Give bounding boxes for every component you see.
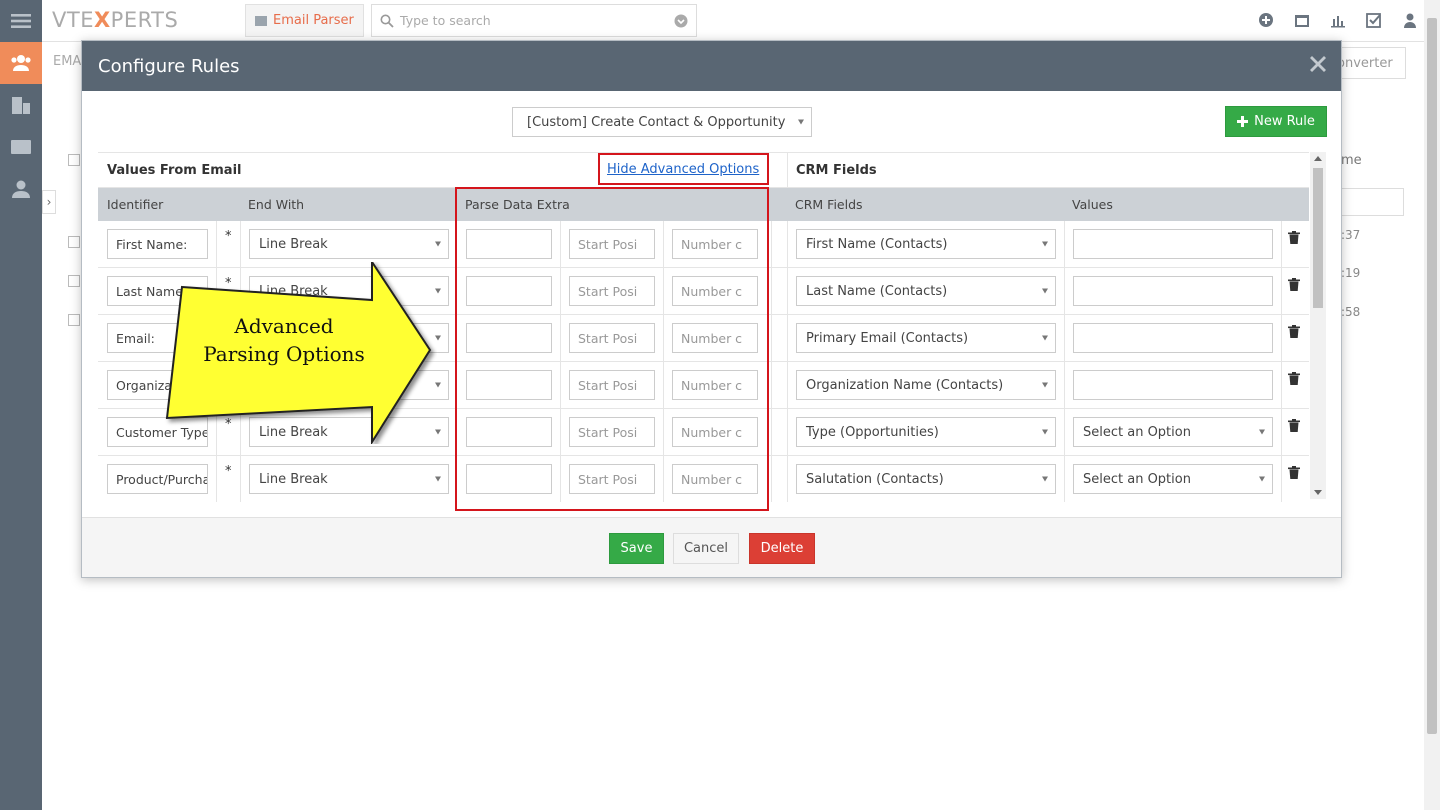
top-bar-actions xyxy=(1258,12,1418,28)
chevron-down-circle-icon xyxy=(674,14,688,27)
vtexperts-logo: VTEXPERTS xyxy=(52,8,179,32)
callout-line-1: Advanced xyxy=(234,314,334,338)
chevron-down-icon xyxy=(435,241,441,247)
bar-chart-icon[interactable] xyxy=(1330,12,1346,28)
chevron-down-icon xyxy=(435,476,441,482)
save-button[interactable]: Save xyxy=(609,533,664,564)
trash-icon[interactable] xyxy=(1288,419,1300,432)
modal-title: Configure Rules xyxy=(98,55,240,77)
value-input[interactable] xyxy=(1073,276,1273,306)
background-time: :58 xyxy=(1341,305,1361,319)
col-end-with: End With xyxy=(248,197,305,212)
scroll-up-arrow-icon[interactable] xyxy=(1314,156,1322,161)
close-icon[interactable] xyxy=(1309,55,1327,73)
chevron-down-icon xyxy=(1042,382,1048,388)
value-input[interactable] xyxy=(1073,323,1273,353)
crm-field-select[interactable]: Last Name (Contacts) xyxy=(796,276,1056,306)
top-bar: VTEXPERTS Email Parser Type to search xyxy=(42,0,1440,42)
background-column-header: me xyxy=(1341,153,1362,168)
task-check-icon[interactable] xyxy=(1366,12,1382,28)
background-time: :19 xyxy=(1341,266,1361,280)
background-checkbox xyxy=(68,275,80,287)
col-values: Values xyxy=(1072,197,1113,212)
search-icon xyxy=(380,14,394,28)
crm-field-select[interactable]: First Name (Contacts) xyxy=(796,229,1056,259)
col-identifier: Identifier xyxy=(107,197,164,212)
building-icon xyxy=(12,97,30,114)
menu-icon[interactable] xyxy=(0,0,42,42)
users-icon xyxy=(11,55,31,71)
crm-fields-heading: CRM Fields xyxy=(796,163,877,178)
value-select[interactable]: Select an Option xyxy=(1073,417,1273,447)
chevron-down-icon xyxy=(1259,476,1265,482)
page-scrollbar[interactable] xyxy=(1424,0,1440,810)
scroll-down-arrow-icon[interactable] xyxy=(1314,490,1322,495)
chevron-down-icon xyxy=(1259,429,1265,435)
required-marker: * xyxy=(225,464,232,479)
col-crm-fields: CRM Fields xyxy=(795,197,863,212)
value-input[interactable] xyxy=(1073,229,1273,259)
background-expander-chevron-icon: › xyxy=(42,190,56,214)
sidebar-item-contacts-group[interactable] xyxy=(0,42,42,84)
trash-icon[interactable] xyxy=(1288,278,1300,291)
plus-icon xyxy=(1237,116,1249,127)
identifier-input[interactable]: First Name: xyxy=(107,229,208,259)
identifier-input[interactable]: Product/Purcha xyxy=(107,464,208,494)
crm-field-select[interactable]: Organization Name (Contacts) xyxy=(796,370,1056,400)
highlight-advanced-link xyxy=(598,153,769,185)
trash-icon[interactable] xyxy=(1288,325,1300,338)
chevron-down-icon xyxy=(1042,241,1048,247)
required-marker: * xyxy=(225,229,232,244)
value-input[interactable] xyxy=(1073,370,1273,400)
rule-select[interactable]: [Custom] Create Contact & Opportunity xyxy=(512,107,812,137)
calendar-icon[interactable] xyxy=(1294,12,1310,28)
id-card-icon xyxy=(11,140,31,154)
chevron-down-icon xyxy=(1042,288,1048,294)
user-profile-icon[interactable] xyxy=(1402,12,1418,28)
values-from-email-heading: Values From Email xyxy=(107,163,242,178)
trash-icon[interactable] xyxy=(1288,231,1300,244)
modal-header: Configure Rules xyxy=(82,41,1341,91)
highlight-parse-data-extra xyxy=(455,187,769,511)
left-sidebar xyxy=(0,0,42,810)
module-tab-email-parser[interactable]: Email Parser xyxy=(245,4,364,37)
end-with-select[interactable]: Line Break xyxy=(249,229,449,259)
sidebar-item-cards[interactable] xyxy=(0,126,42,168)
value-select[interactable]: Select an Option xyxy=(1073,464,1273,494)
background-filter-input xyxy=(1341,188,1404,216)
search-input[interactable]: Type to search xyxy=(400,13,668,28)
crm-field-select[interactable]: Salutation (Contacts) xyxy=(796,464,1056,494)
new-rule-button[interactable]: New Rule xyxy=(1225,106,1327,137)
user-icon xyxy=(12,180,30,198)
crm-field-select[interactable]: Primary Email (Contacts) xyxy=(796,323,1056,353)
callout-text: Advanced Parsing Options xyxy=(196,312,372,368)
modal-footer: Save Cancel Delete xyxy=(82,517,1341,577)
sidebar-item-contacts[interactable] xyxy=(0,168,42,210)
chevron-down-icon xyxy=(1042,429,1048,435)
trash-icon[interactable] xyxy=(1288,466,1300,479)
background-checkbox xyxy=(68,154,80,166)
global-search[interactable]: Type to search xyxy=(371,4,697,37)
grid-scrollbar[interactable] xyxy=(1310,152,1326,499)
end-with-select[interactable]: Line Break xyxy=(249,464,449,494)
add-circle-icon[interactable] xyxy=(1258,12,1274,28)
sidebar-item-organizations[interactable] xyxy=(0,84,42,126)
background-time: :37 xyxy=(1341,228,1361,242)
callout-line-2: Parsing Options xyxy=(203,342,365,366)
chevron-down-icon xyxy=(1042,476,1048,482)
cancel-button[interactable]: Cancel xyxy=(673,533,739,564)
crm-field-select[interactable]: Type (Opportunities) xyxy=(796,417,1056,447)
background-checkbox xyxy=(68,314,80,326)
delete-button[interactable]: Delete xyxy=(749,533,815,564)
chevron-down-icon xyxy=(798,119,804,125)
background-checkbox xyxy=(68,236,80,248)
envelope-icon xyxy=(255,15,267,26)
chevron-down-icon xyxy=(1042,335,1048,341)
trash-icon[interactable] xyxy=(1288,372,1300,385)
